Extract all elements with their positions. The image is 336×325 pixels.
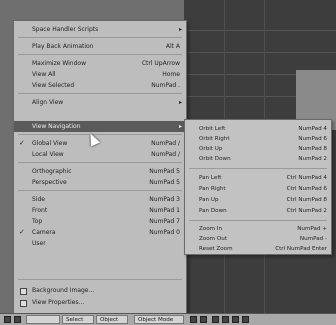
submenu-item-pan-left[interactable]: Pan Left Ctrl NumPad 4 (185, 173, 331, 183)
view-properties-icon (20, 300, 27, 307)
view-menu: Space Handler Scripts ▸ Play Back Animat… (13, 20, 187, 315)
menu-item-front[interactable]: Front NumPad 1 (14, 205, 186, 216)
submenu-item-orbit-right[interactable]: Orbit Right NumPad 6 (185, 134, 331, 144)
menu-separator (18, 162, 182, 163)
menu-item-play-back-animation[interactable]: Play Back Animation Alt A (14, 41, 186, 52)
submenu-item-zoom-out[interactable]: Zoom Out NumPad - (185, 234, 331, 244)
menu-item-background-image[interactable]: Background Image... (14, 285, 186, 296)
menu-item-orthographic[interactable]: Orthographic NumPad 5 (14, 166, 186, 177)
menu-separator (18, 190, 182, 191)
menu-item-side[interactable]: Side NumPad 3 (14, 194, 186, 205)
submenu-item-orbit-down[interactable]: Orbit Down NumPad 2 (185, 154, 331, 164)
submenu-arrow-icon: ▸ (178, 123, 182, 130)
check-icon: ✓ (19, 139, 25, 147)
menu-item-view-navigation[interactable]: View Navigation ▸ (14, 121, 186, 132)
menu-item-view-properties[interactable]: View Properties... (14, 297, 186, 308)
menu-item-align-view[interactable]: Align View ▸ (14, 97, 186, 108)
draw-type-icon[interactable] (190, 316, 197, 323)
mode-select[interactable]: Object Mode (134, 315, 184, 324)
menu-separator (189, 220, 327, 221)
menu-collapse-icon[interactable] (14, 316, 21, 323)
menu-item-space-handler-scripts[interactable]: Space Handler Scripts ▸ (14, 24, 186, 35)
menu-separator (18, 54, 182, 55)
submenu-item-reset-zoom[interactable]: Reset Zoom Ctrl NumPad Enter (185, 244, 331, 254)
submenu-arrow-icon: ▸ (178, 26, 182, 33)
select-menu-button[interactable]: Select (62, 315, 94, 324)
object-menu-button[interactable]: Object (96, 315, 128, 324)
menu-separator (18, 37, 182, 38)
background-image-icon (20, 288, 27, 295)
scale-icon[interactable] (242, 316, 249, 323)
view-menu-button[interactable] (26, 315, 60, 324)
translate-icon[interactable] (222, 316, 229, 323)
submenu-item-orbit-up[interactable]: Orbit Up NumPad 8 (185, 144, 331, 154)
menu-separator (189, 168, 327, 169)
submenu-arrow-icon: ▸ (178, 99, 182, 106)
editor-type-icon[interactable] (4, 316, 11, 323)
manipulator-icon[interactable] (212, 316, 219, 323)
menu-item-global-view[interactable]: ✓ Global View NumPad / (14, 138, 186, 149)
submenu-item-pan-right[interactable]: Pan Right Ctrl NumPad 6 (185, 184, 331, 194)
view-navigation-submenu: Orbit Left NumPad 4 Orbit Right NumPad 6… (184, 119, 332, 255)
menu-item-view-selected[interactable]: View Selected NumPad . (14, 80, 186, 91)
rotate-icon[interactable] (232, 316, 239, 323)
menu-item-user[interactable]: User (14, 238, 186, 249)
submenu-item-orbit-left[interactable]: Orbit Left NumPad 4 (185, 124, 331, 134)
check-icon: ✓ (19, 228, 25, 236)
menu-item-maximize-window[interactable]: Maximize Window Ctrl UpArrow (14, 58, 186, 69)
submenu-item-pan-up[interactable]: Pan Up Ctrl NumPad 8 (185, 195, 331, 205)
menu-item-local-view[interactable]: Local View NumPad / (14, 149, 186, 160)
menu-item-camera[interactable]: ✓ Camera NumPad 0 (14, 227, 186, 238)
menu-item-perspective[interactable]: Perspective NumPad 5 (14, 177, 186, 188)
pivot-icon[interactable] (200, 316, 207, 323)
menu-separator (18, 93, 182, 94)
menu-item-view-all[interactable]: View All Home (14, 69, 186, 80)
menu-separator (18, 134, 182, 135)
menu-item-top[interactable]: Top NumPad 7 (14, 216, 186, 227)
menu-separator (18, 279, 182, 280)
submenu-item-zoom-in[interactable]: Zoom In NumPad + (185, 224, 331, 234)
submenu-item-pan-down[interactable]: Pan Down Ctrl NumPad 2 (185, 206, 331, 216)
viewport-header: Select Object Object Mode (0, 313, 336, 325)
